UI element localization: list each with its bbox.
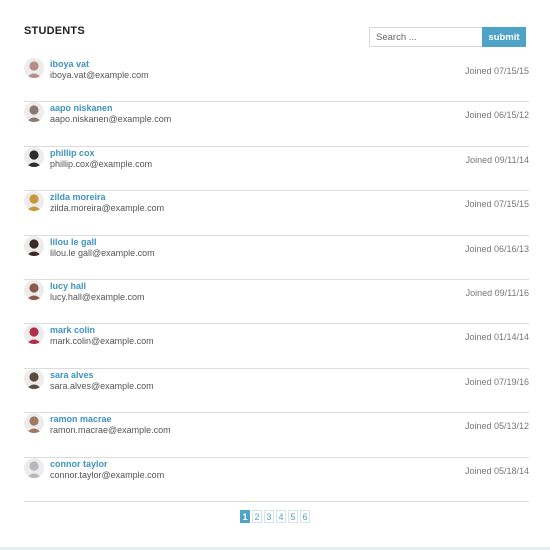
student-name-link[interactable]: ramon macrae — [50, 414, 112, 424]
list-item: mark colin mark.colin@example.com Joined 0… — [24, 324, 529, 369]
pagination: 123456 — [0, 510, 550, 523]
joined-date: Joined 07/15/15 — [464, 199, 529, 210]
student-email: ramon.macrae@example.com — [50, 425, 171, 436]
student-name-link[interactable]: mark colin — [50, 325, 95, 335]
page-link-1[interactable]: 1 — [240, 510, 250, 523]
student-name-link[interactable]: lucy hall — [50, 281, 86, 291]
joined-date: Joined 05/18/14 — [464, 465, 529, 476]
student-email: zilda.moreira@example.com — [50, 203, 165, 214]
student-name-link[interactable]: connor taylor — [50, 459, 108, 469]
list-item: zilda moreira zilda.moreira@example.com Jo… — [24, 191, 529, 236]
avatar — [24, 279, 44, 300]
joined-date: Joined 06/15/12 — [464, 110, 529, 121]
list-item: sara alves sara.alves@example.com Joined 0… — [24, 368, 529, 414]
list-item: iboya vat iboya.vat@example.com Joined 07/… — [24, 58, 529, 103]
avatar — [24, 368, 44, 389]
student-email: iboya.vat@example.com — [50, 70, 149, 80]
list-item: aapo niskanen aapo.niskanen@example.com Jo… — [24, 102, 529, 147]
joined-date: Joined 07/15/15 — [464, 66, 529, 76]
student-name-link[interactable]: sara alves — [50, 370, 94, 380]
page-link-4[interactable]: 4 — [276, 510, 286, 523]
submit-button[interactable]: submit — [482, 27, 526, 47]
list-item: phillip cox phillip.cox@example.com Joined… — [24, 146, 529, 192]
list-item: lucy hall lucy.hall@example.com Joined 09/… — [24, 279, 529, 325]
student-email: lilou.le gall@example.com — [50, 247, 155, 258]
page-link-3[interactable]: 3 — [264, 510, 274, 523]
student-email: mark.colin@example.com — [50, 336, 154, 347]
student-name-link[interactable]: zilda moreira — [50, 192, 106, 202]
student-email: aapo.niskanen@example.com — [50, 114, 172, 125]
page-link-5[interactable]: 5 — [288, 510, 298, 523]
list-item: lilou le gall lilou.le gall@example.com Jo… — [24, 235, 529, 280]
joined-date: Joined 06/16/13 — [464, 243, 529, 254]
student-email: connor.taylor@example.com — [50, 469, 165, 480]
joined-date: Joined 09/11/14 — [465, 154, 529, 165]
avatar — [24, 235, 44, 256]
avatar — [24, 102, 44, 123]
joined-date: Joined 01/14/14 — [464, 332, 529, 343]
avatar — [24, 191, 44, 212]
student-name-link[interactable]: phillip cox — [50, 148, 95, 158]
student-list: iboya vat iboya.vat@example.com Joined 07/… — [24, 58, 529, 502]
page-link-6[interactable]: 6 — [300, 510, 310, 523]
student-name-link[interactable]: iboya vat — [50, 59, 89, 69]
avatar — [24, 324, 44, 345]
avatar — [24, 146, 44, 167]
student-email: phillip.cox@example.com — [50, 158, 153, 169]
page-title: STUDENTS — [24, 25, 85, 37]
list-item: connor taylor connor.taylor@example.com Jo… — [24, 457, 529, 502]
search-input[interactable] — [369, 27, 482, 47]
list-item: ramon macrae ramon.macrae@example.com Join… — [24, 413, 529, 458]
student-name-link[interactable]: lilou le gall — [50, 237, 97, 247]
joined-date: Joined 09/11/16 — [465, 287, 529, 298]
page-link-2[interactable]: 2 — [252, 510, 262, 523]
student-name-link[interactable]: aapo niskanen — [50, 103, 113, 113]
joined-date: Joined 07/19/16 — [464, 376, 529, 387]
avatar — [24, 413, 44, 434]
student-email: sara.alves@example.com — [50, 380, 154, 391]
joined-date: Joined 05/13/12 — [464, 421, 529, 432]
search-form: submit — [369, 27, 526, 47]
student-email: lucy.hall@example.com — [50, 291, 145, 302]
avatar — [24, 58, 44, 78]
avatar — [24, 457, 44, 478]
